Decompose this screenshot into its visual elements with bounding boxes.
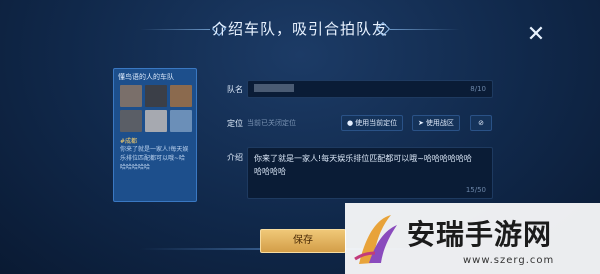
member-avatar-grid bbox=[120, 85, 192, 133]
intro-label: 介绍 bbox=[227, 153, 243, 162]
dialog-header: 介绍车队，吸引合拍队友 bbox=[0, 0, 600, 56]
intro-text-line-1: 你来了就是一家人!每天娱乐排位匹配都可以哦~哈哈哈哈哈哈 bbox=[254, 154, 472, 163]
dialog-title: 介绍车队，吸引合拍队友 bbox=[211, 20, 388, 38]
watermark-title: 安瑞手游网 bbox=[407, 218, 553, 251]
team-intro-dialog: 介绍车队，吸引合拍队友 ✕ 懂鸟语的人的车队 #成都 你来了就是一家人!每天娱乐… bbox=[0, 0, 600, 274]
close-icon[interactable]: ✕ bbox=[525, 24, 547, 46]
use-current-location-label: 使用当前定位 bbox=[355, 119, 398, 127]
use-current-location-button[interactable]: ● 使用当前定位 bbox=[341, 115, 404, 131]
intro-text-line-2: 哈哈哈哈 bbox=[254, 167, 286, 176]
team-name-preview: 懂鸟语的人的车队 bbox=[118, 73, 174, 81]
team-location-tag: #成都 bbox=[120, 138, 138, 145]
location-label: 定位 bbox=[227, 119, 243, 128]
team-preview-card: 懂鸟语的人的车队 #成都 你来了就是一家人!每天娱乐排位匹配都可以哦~哈哈哈哈哈… bbox=[113, 68, 197, 202]
intro-textarea[interactable]: 你来了就是一家人!每天娱乐排位匹配都可以哦~哈哈哈哈哈哈 哈哈哈哈 15/50 bbox=[247, 147, 493, 199]
team-description-preview: 你来了就是一家人!每天娱乐排位匹配都可以哦~哈哈哈哈哈哈 bbox=[120, 146, 189, 171]
save-button[interactable]: 保存 bbox=[260, 229, 346, 253]
team-name-input[interactable]: 8/10 bbox=[247, 80, 493, 98]
use-zone-button[interactable]: ➤ 使用战区 bbox=[412, 115, 460, 131]
avatar bbox=[170, 110, 192, 132]
avatar bbox=[120, 85, 142, 107]
intro-counter: 15/50 bbox=[465, 186, 486, 194]
watermark-logo-icon bbox=[354, 215, 397, 264]
disable-location-button[interactable]: ⊘ bbox=[470, 115, 492, 131]
location-status: 当前已关闭定位 bbox=[247, 119, 296, 127]
use-zone-label: 使用战区 bbox=[425, 119, 454, 127]
no-location-icon: ⊘ bbox=[478, 119, 484, 127]
site-watermark: 安瑞手游网 www.szerg.com bbox=[345, 203, 600, 274]
avatar bbox=[120, 110, 142, 132]
avatar bbox=[170, 85, 192, 107]
team-name-value-redacted bbox=[254, 84, 294, 92]
team-name-counter: 8/10 bbox=[470, 85, 486, 93]
watermark-url: www.szerg.com bbox=[463, 255, 555, 266]
title-divider-right bbox=[390, 29, 460, 30]
avatar bbox=[145, 110, 167, 132]
avatar bbox=[145, 85, 167, 107]
location-pin-icon: ● bbox=[347, 119, 354, 127]
navigation-arrow-icon: ➤ bbox=[418, 119, 424, 127]
team-name-label: 队名 bbox=[227, 85, 243, 94]
